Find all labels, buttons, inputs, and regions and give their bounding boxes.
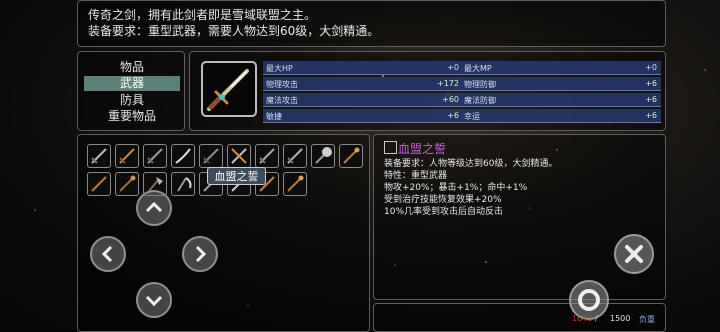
stat-row-magic-attack: 魔法攻击 +60 [263,93,463,107]
dpad-down-button[interactable] [136,282,172,318]
inventory-slot[interactable] [283,172,307,196]
description-line-2: 装备要求：重型武器，需要人物达到60级，大剑精通。 [88,24,380,38]
sword-icon [203,148,219,164]
dpad-up-button[interactable] [136,190,172,226]
selected-item-icon [201,61,257,117]
item-name-row: 血盟之誓 [384,141,655,155]
scythe-icon [177,177,192,192]
weapon-small-icon [384,141,397,154]
stat-row-luck: 幸运 +6 [461,109,661,123]
inventory-slot[interactable] [199,144,223,168]
current-weight: 1641 [572,314,593,323]
up-arrow-icon [145,201,163,213]
item-stats-panel: 最大HP +0 物理攻击 +172 魔法攻击 +60 敏捷 +6 最大MP +0 物理防御… [189,51,666,131]
category-weapons[interactable]: 武器 [84,76,180,91]
category-panel: 物品 武器 防具 重要物品 [77,51,185,131]
dpad-left-button[interactable] [90,236,126,272]
inventory-grid-panel [77,134,370,332]
stat-row-magic-defense: 魔法防御 +6 [461,93,661,107]
item-effect-1: 物攻+20%；暴击+1%；命中+1% [384,183,528,193]
category-key-items[interactable]: 重要物品 [84,109,180,124]
left-arrow-icon [101,245,113,263]
item-effect-2: 受到治疗技能恢复效果+20% [384,195,502,205]
inventory-slot[interactable] [255,144,279,168]
item-tooltip: 血盟之誓 [207,167,266,185]
dpad-right-button[interactable] [182,236,218,272]
katana-icon [175,148,191,164]
stat-row-agility: 敏捷 +6 [263,109,463,123]
sword-icon [259,148,275,164]
close-button[interactable] [614,234,654,274]
inventory-slot[interactable] [87,144,111,168]
item-effect-3: 10%几率受到攻击后自动反击 [384,207,504,217]
staff-icon [91,176,107,192]
inventory-slot[interactable] [115,172,139,196]
confirm-circle-icon [578,289,600,311]
sword-icon [147,148,163,164]
sword-icon [119,148,135,164]
category-armor[interactable]: 防具 [84,93,180,108]
staff-icon [343,147,360,164]
item-trait: 特性：重型武器 [384,171,448,181]
inventory-slot[interactable] [311,144,335,168]
crossed-swords-icon [231,148,247,164]
staff-icon [287,175,304,192]
stat-row-physical-defense: 物理防御 +6 [461,77,661,91]
inventory-slot[interactable] [143,144,167,168]
right-arrow-icon [195,245,207,263]
inventory-slot[interactable] [283,144,307,168]
item-detail-panel: 血盟之誓 装备要求：人物等级达到60级，大剑精通。 特性：重型武器 物攻+20%… [373,134,666,300]
item-requirement: 装备要求：人物等级达到60级，大剑精通。 [384,159,558,169]
max-weight: 1500 [610,314,631,323]
staff-icon [119,175,136,192]
inventory-slot[interactable] [87,172,111,196]
close-icon [625,245,643,263]
inventory-slot[interactable] [227,144,251,168]
sword-icon [91,148,107,164]
stat-row-max-mp: 最大MP +0 [461,61,661,75]
inventory-slot[interactable] [171,172,195,196]
mace-icon [315,147,332,164]
weight-separator: / [595,314,598,323]
greatsword-icon [207,69,249,111]
weight-label: 负重 [639,315,655,324]
inventory-slot[interactable] [115,144,139,168]
stat-row-max-hp: 最大HP +0 [263,61,463,75]
item-name: 血盟之誓 [398,142,447,156]
inventory-slot[interactable] [339,144,363,168]
inventory-slot[interactable] [171,144,195,168]
down-arrow-icon [145,295,163,307]
description-line-1: 传奇之剑，拥有此剑者即是雪域联盟之主。 [88,8,317,22]
sword-icon [287,148,303,164]
item-description-panel: 传奇之剑，拥有此剑者即是雪域联盟之主。 装备要求：重型武器，需要人物达到60级，… [77,0,666,47]
stat-row-physical-attack: 物理攻击 +172 [263,77,463,91]
category-items[interactable]: 物品 [84,60,180,75]
